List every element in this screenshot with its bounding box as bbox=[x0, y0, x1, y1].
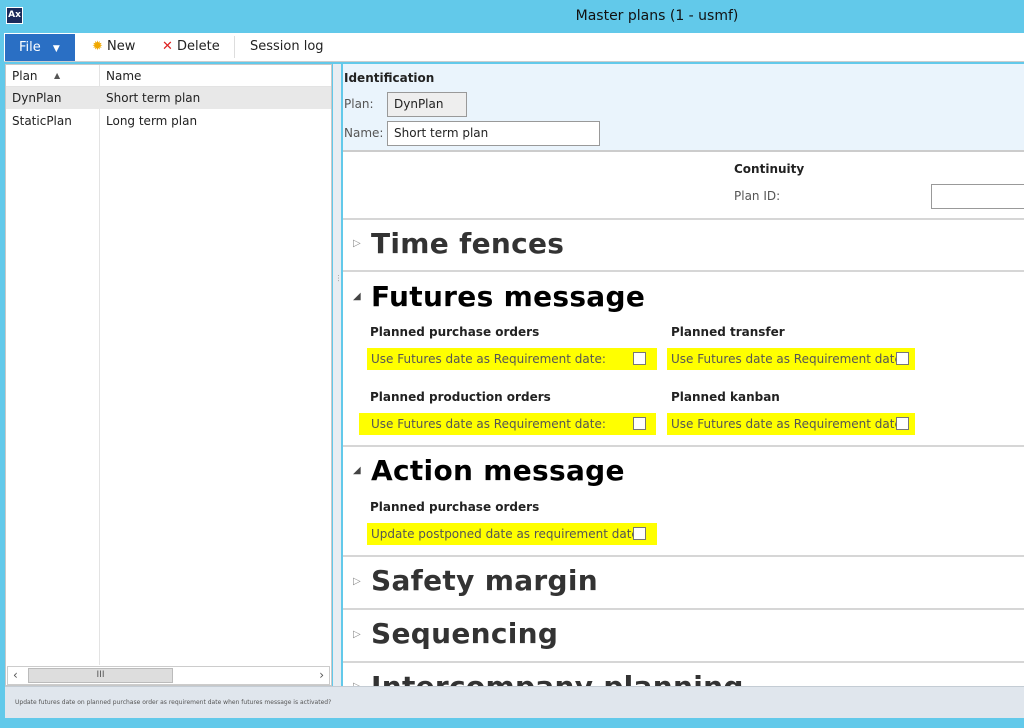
futures-ppo-label: Use Futures date as Requirement date: bbox=[371, 352, 606, 366]
master-plans-grid: Plan ▲ Name DynPlan Short term plan Stati… bbox=[5, 64, 332, 686]
window-title: Master plans (1 - usmf) bbox=[575, 8, 739, 24]
title-bar: Ax Master plans (1 - usmf) bbox=[0, 0, 1024, 33]
futures-kanban-option[interactable]: Use Futures date as Requirement date: bbox=[667, 413, 915, 435]
file-menu-button[interactable]: File ▼ bbox=[5, 34, 75, 61]
section-time-fences[interactable]: Time fences bbox=[371, 227, 564, 260]
grip-icon: ⋯ bbox=[334, 274, 343, 282]
section-divider bbox=[343, 445, 1024, 447]
plan-header-label: Plan bbox=[12, 69, 38, 83]
delete-x-icon: ✕ bbox=[162, 39, 173, 54]
column-header-name[interactable]: Name bbox=[100, 65, 331, 87]
status-bar: Update futures date on planned purchase … bbox=[5, 686, 1024, 718]
futures-production-heading: Planned production orders bbox=[370, 390, 551, 404]
futures-transfer-label: Use Futures date as Requirement date: bbox=[671, 352, 906, 366]
expand-triangle-icon[interactable]: ▷ bbox=[353, 238, 361, 249]
table-row[interactable]: StaticPlan Long term plan bbox=[6, 110, 331, 132]
name-field[interactable]: Short term plan bbox=[387, 121, 600, 146]
section-divider bbox=[343, 555, 1024, 557]
action-ppo-label: Update postponed date as requirement dat… bbox=[371, 527, 643, 541]
futures-transfer-checkbox[interactable] bbox=[896, 352, 909, 365]
scroll-left-icon[interactable]: ‹ bbox=[13, 668, 18, 682]
file-label: File bbox=[19, 40, 41, 55]
expand-triangle-icon[interactable]: ▷ bbox=[353, 576, 361, 587]
section-sequencing[interactable]: Sequencing bbox=[371, 617, 558, 650]
toolbar: File ▼ ✹ New ✕ Delete Session log bbox=[4, 33, 1024, 62]
name-cell: Long term plan bbox=[106, 114, 198, 128]
status-help-text: Update futures date on planned purchase … bbox=[15, 699, 332, 706]
section-divider bbox=[343, 218, 1024, 220]
section-action-message[interactable]: Action message bbox=[371, 454, 625, 487]
name-label: Name: bbox=[344, 126, 384, 140]
section-divider bbox=[343, 661, 1024, 663]
futures-ppo-heading: Planned purchase orders bbox=[370, 325, 540, 339]
collapse-triangle-icon[interactable]: ◢ bbox=[353, 291, 361, 302]
chevron-down-icon: ▼ bbox=[52, 44, 60, 54]
futures-production-option[interactable]: Use Futures date as Requirement date: bbox=[359, 413, 656, 435]
action-ppo-option[interactable]: Update postponed date as requirement dat… bbox=[367, 523, 657, 545]
new-label: New bbox=[107, 39, 136, 54]
sort-ascending-icon: ▲ bbox=[54, 71, 61, 80]
futures-ppo-checkbox[interactable] bbox=[633, 352, 646, 365]
session-log-button[interactable]: Session log bbox=[250, 38, 324, 56]
futures-kanban-label: Use Futures date as Requirement date: bbox=[671, 417, 906, 431]
table-row[interactable]: DynPlan Short term plan bbox=[6, 87, 331, 109]
action-ppo-checkbox[interactable] bbox=[633, 527, 646, 540]
scroll-thumb[interactable]: III bbox=[28, 668, 173, 683]
futures-ppo-option[interactable]: Use Futures date as Requirement date: bbox=[367, 348, 657, 370]
expand-triangle-icon[interactable]: ▷ bbox=[353, 629, 361, 640]
plan-field[interactable]: DynPlan bbox=[387, 92, 467, 117]
horizontal-scrollbar[interactable]: ‹ III › bbox=[7, 666, 330, 685]
new-button[interactable]: ✹ New bbox=[92, 38, 135, 56]
plan-id-label: Plan ID: bbox=[734, 189, 781, 203]
identification-group: Identification Plan: DynPlan Name: Short… bbox=[343, 64, 1024, 152]
futures-kanban-checkbox[interactable] bbox=[896, 417, 909, 430]
continuity-heading: Continuity bbox=[734, 162, 805, 176]
section-divider bbox=[343, 608, 1024, 610]
futures-production-checkbox[interactable] bbox=[633, 417, 646, 430]
column-header-plan[interactable]: Plan ▲ bbox=[6, 65, 100, 87]
new-star-icon: ✹ bbox=[92, 39, 103, 54]
futures-transfer-option[interactable]: Use Futures date as Requirement date: bbox=[667, 348, 915, 370]
plan-cell: StaticPlan bbox=[12, 114, 72, 128]
plan-cell: DynPlan bbox=[12, 91, 62, 105]
toolbar-divider bbox=[234, 36, 235, 58]
delete-button[interactable]: ✕ Delete bbox=[162, 38, 220, 56]
futures-kanban-heading: Planned kanban bbox=[671, 390, 780, 404]
futures-production-label: Use Futures date as Requirement date: bbox=[371, 417, 606, 431]
section-intercompany-planning[interactable]: Intercompany planning bbox=[371, 670, 744, 686]
name-cell: Short term plan bbox=[106, 91, 201, 105]
delete-label: Delete bbox=[177, 39, 220, 54]
details-pane: Identification Plan: DynPlan Name: Short… bbox=[343, 64, 1024, 686]
section-divider bbox=[343, 270, 1024, 272]
section-safety-margin[interactable]: Safety margin bbox=[371, 564, 598, 597]
scroll-right-icon[interactable]: › bbox=[319, 668, 324, 682]
section-futures-message[interactable]: Futures message bbox=[371, 280, 645, 313]
plan-id-field[interactable] bbox=[931, 184, 1024, 209]
plan-label: Plan: bbox=[344, 97, 374, 111]
collapse-triangle-icon[interactable]: ◢ bbox=[353, 465, 361, 476]
futures-transfer-heading: Planned transfer bbox=[671, 325, 785, 339]
column-divider bbox=[99, 65, 100, 665]
pane-splitter[interactable]: ⋯ bbox=[333, 64, 343, 686]
action-ppo-heading: Planned purchase orders bbox=[370, 500, 540, 514]
identification-heading: Identification bbox=[344, 71, 435, 85]
